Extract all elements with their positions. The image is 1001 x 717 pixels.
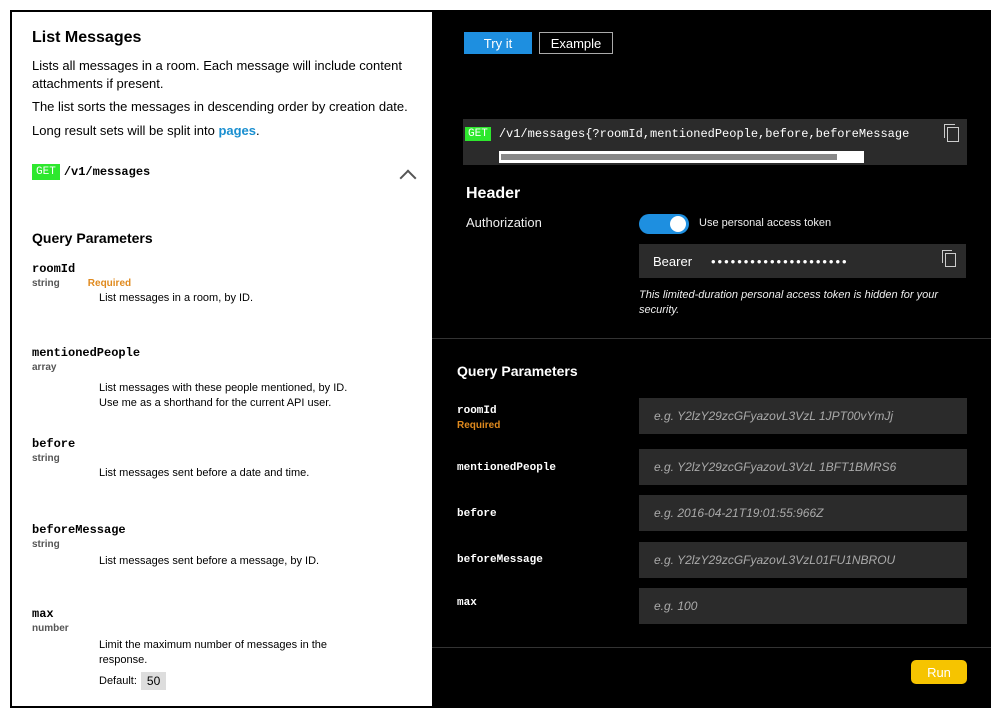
param-mentionedPeople: mentionedPeople array List messages with… (32, 346, 412, 411)
param-roomId: roomId string Required List messages in a… (32, 262, 412, 306)
default-value: 50 (140, 672, 167, 690)
param-type-value: string (32, 278, 60, 289)
divider (432, 647, 991, 648)
token-note: This limited-duration personal access to… (639, 289, 938, 316)
param-type: array (32, 362, 57, 373)
authorization-label: Authorization (466, 215, 542, 230)
param-type: string Required (32, 278, 412, 289)
get-method-badge: GET (32, 164, 60, 180)
description-1: Lists all messages in a room. Each messa… (32, 58, 402, 91)
request-url-box: GET /v1/messages{?roomId,mentionedPeople… (463, 119, 967, 165)
scrollbar-thumb[interactable] (501, 154, 837, 160)
max-input[interactable] (639, 588, 967, 624)
request-method-badge: GET (465, 127, 491, 141)
param-name: roomId (32, 262, 76, 276)
description-3: Long result sets will be split into page… (32, 122, 412, 140)
field-label: before (457, 508, 497, 520)
toggle-knob (670, 216, 686, 232)
param-name: beforeMessage (32, 523, 126, 537)
field-label: max (457, 597, 477, 609)
endpoint: GET /v1/messages (32, 164, 150, 180)
roomId-input[interactable] (639, 398, 967, 434)
before-input[interactable] (639, 495, 967, 531)
param-type: string (32, 453, 60, 464)
tab-try-it[interactable]: Try it (464, 32, 532, 54)
field-label: mentionedPeople (457, 462, 557, 474)
try-it-panel: Try it Example GET /v1/messages{?roomId,… (432, 12, 991, 706)
description-3-text: Long result sets will be split into (32, 123, 219, 138)
chevron-up-icon[interactable] (399, 169, 417, 187)
param-name: before (32, 437, 76, 451)
param-name: max (32, 607, 54, 621)
param-type: string (32, 539, 60, 550)
query-parameters-title: Query Parameters (32, 230, 153, 246)
page-title: List Messages (32, 29, 142, 46)
docs-panel: List Messages Lists all messages in a ro… (12, 12, 432, 706)
param-before: before string List messages sent before … (32, 437, 412, 481)
default-row: Default: 50 (99, 672, 412, 690)
description-2: The list sorts the messages in descendin… (32, 99, 408, 114)
page-frame: List Messages Lists all messages in a ro… (10, 10, 991, 708)
request-path: /v1/messages{?roomId,mentionedPeople,bef… (498, 127, 910, 141)
copy-icon[interactable] (944, 124, 959, 142)
horizontal-scrollbar[interactable] (499, 151, 864, 163)
param-beforeMessage: beforeMessage string List messages sent … (32, 523, 412, 569)
param-description: List messages with these people mentione… (99, 382, 348, 409)
run-button[interactable]: Run (911, 660, 967, 684)
pages-link[interactable]: pages (218, 123, 256, 138)
divider (432, 338, 991, 339)
param-name: mentionedPeople (32, 346, 141, 360)
description-3-suffix: . (256, 123, 260, 138)
header-section-title: Header (466, 185, 521, 202)
param-description: List messages sent before a message, by … (99, 555, 320, 567)
personal-token-toggle[interactable] (639, 214, 689, 234)
default-label: Default: (99, 675, 137, 687)
bearer-token-field[interactable]: Bearer ••••••••••••••••••••• (639, 244, 966, 278)
query-parameters-title: Query Parameters (457, 363, 578, 379)
copy-icon[interactable] (942, 250, 956, 267)
tab-example[interactable]: Example (539, 32, 613, 54)
field-label: beforeMessage (457, 554, 543, 566)
param-description: Limit the maximum number of messages in … (99, 639, 328, 666)
param-type: number (32, 623, 69, 634)
param-description: List messages sent before a date and tim… (99, 467, 310, 479)
required-badge: Required (457, 420, 501, 431)
field-label: roomId (457, 405, 497, 417)
mentionedPeople-input[interactable] (639, 449, 967, 485)
endpoint-path: /v1/messages (63, 165, 151, 179)
toggle-label: Use personal access token (699, 217, 832, 229)
param-description: List messages in a room, by ID. (99, 292, 254, 304)
required-badge: Required (87, 278, 132, 289)
bearer-label: Bearer (653, 253, 693, 269)
param-max: max number Limit the maximum number of m… (32, 607, 412, 690)
beforeMessage-input[interactable] (639, 542, 967, 578)
request-line: GET /v1/messages{?roomId,mentionedPeople… (465, 127, 909, 141)
masked-token: ••••••••••••••••••••• (711, 253, 849, 269)
